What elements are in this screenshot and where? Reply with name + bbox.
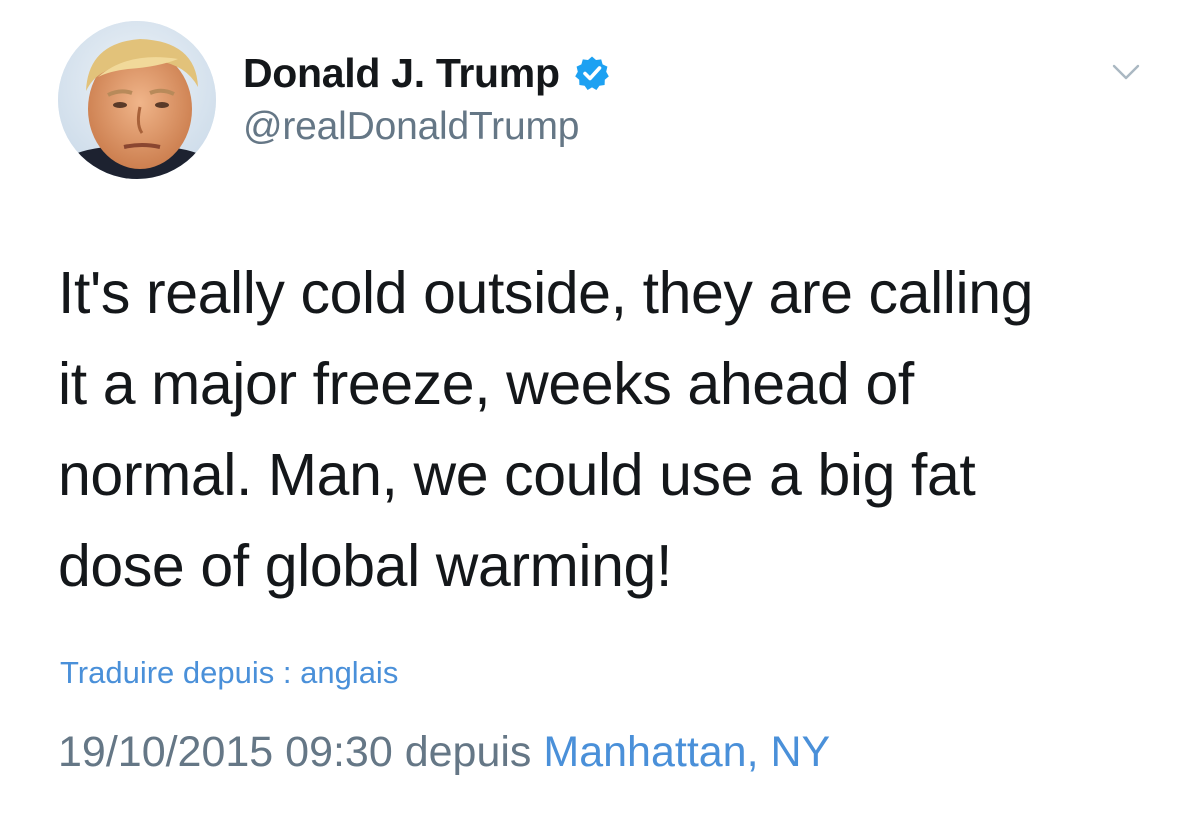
timestamp: 19/10/2015 09:30 (58, 728, 393, 776)
user-handle[interactable]: @realDonaldTrump (243, 105, 579, 149)
display-name-row: Donald J. Trump (243, 45, 610, 101)
tweet-text-line: it a major freeze, weeks ahead of (58, 351, 914, 417)
tweet-text-line: dose of global warming! (58, 533, 672, 599)
display-name[interactable]: Donald J. Trump (243, 50, 560, 97)
via-label: depuis (404, 728, 532, 776)
verified-badge-icon (574, 55, 610, 91)
avatar-portrait-icon (58, 21, 216, 179)
tweet-text: It's really cold outside, they are calli… (58, 248, 1148, 612)
tweet-meta: 19/10/2015 09:30 depuis Manhattan, NY (58, 728, 830, 777)
chevron-down-icon[interactable] (1108, 58, 1144, 88)
avatar[interactable] (58, 21, 216, 179)
location-link[interactable]: Manhattan, NY (543, 728, 830, 776)
tweet-text-line: It's really cold outside, they are calli… (58, 260, 1034, 326)
tweet-text-line: normal. Man, we could use a big fat (58, 442, 976, 508)
tweet-card: Donald J. Trump @realDonaldTrump It's re… (0, 0, 1200, 817)
translate-link[interactable]: Traduire depuis : anglais (60, 655, 398, 691)
